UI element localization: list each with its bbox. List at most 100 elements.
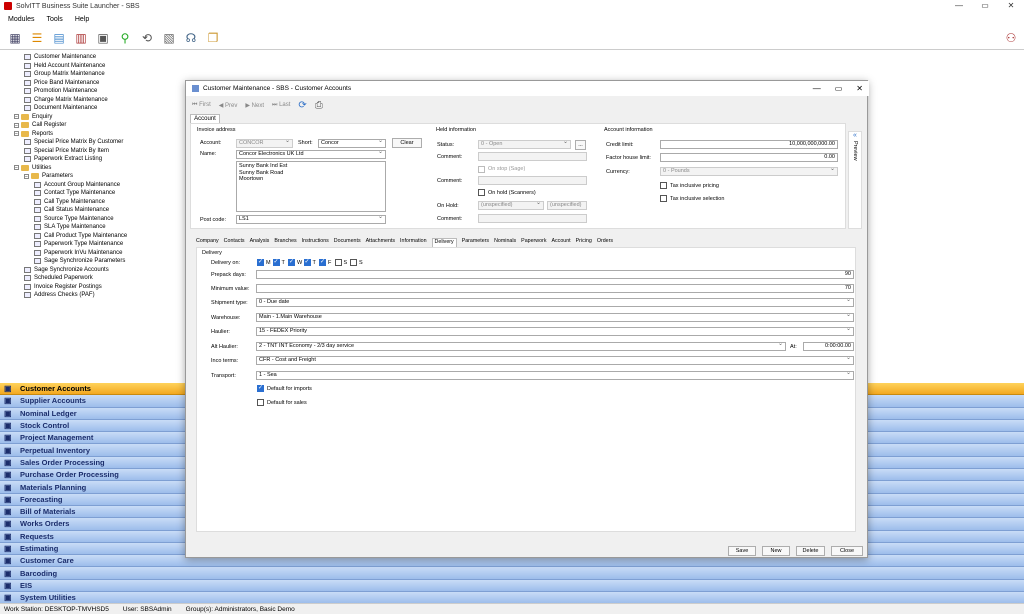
warehouse-select[interactable]: Main - 1.Main Warehouse (256, 313, 854, 322)
tree-item[interactable]: Call Type Maintenance (34, 198, 105, 206)
tree-item[interactable]: Special Price Matrix By Item (24, 147, 109, 155)
sync-icon[interactable]: ⟲ (138, 29, 156, 47)
refresh-icon[interactable]: ⟳ (298, 100, 306, 111)
alt-haulier-select[interactable]: 2 - TNT INT Economy - 2/3 day service (256, 342, 786, 351)
subtab-account[interactable]: Account (551, 238, 570, 247)
subtab-company[interactable]: Company (196, 238, 219, 247)
expand-toggle-icon[interactable]: − (14, 114, 19, 120)
user-icon[interactable]: ⚇ (1002, 29, 1020, 47)
clear-button[interactable]: Clear (392, 138, 422, 148)
dialog-minimize-button[interactable]: — (813, 84, 821, 93)
status-lookup-button[interactable]: ... (575, 140, 586, 150)
tree-item[interactable]: − Reports (14, 130, 53, 138)
shipment-type-select[interactable]: 0 - Due date (256, 298, 854, 307)
menu-help[interactable]: Help (75, 16, 89, 23)
currency-field[interactable]: 0 - Pounds (660, 167, 838, 176)
tree-item[interactable]: Document Maintenance (24, 104, 97, 112)
menu-tools[interactable]: Tools (46, 16, 62, 23)
close-button[interactable]: Close (831, 546, 863, 556)
dialog-close-button[interactable]: ✕ (856, 84, 863, 93)
expand-toggle-icon[interactable]: − (14, 165, 19, 171)
tree-item[interactable]: Account Group Maintenance (34, 181, 120, 189)
delivery-day-checkbox[interactable]: ✓ (319, 259, 326, 266)
expand-icon[interactable]: « (849, 132, 861, 139)
expand-toggle-icon[interactable]: − (14, 131, 19, 137)
address-textarea[interactable]: Sunny Bank Ind Est Sunny Bank Road Moort… (236, 161, 386, 212)
dashboard-icon[interactable]: ▦ (6, 29, 24, 47)
save-button[interactable]: Save (728, 546, 756, 556)
documents-icon[interactable]: ❐ (204, 29, 222, 47)
preview-panel[interactable]: « Preview (848, 131, 862, 229)
tree-item[interactable]: Sage Synchronize Accounts (24, 266, 109, 274)
layout-icon[interactable]: ☰ (28, 29, 46, 47)
subtab-information[interactable]: Information (400, 238, 427, 247)
held-comment-field[interactable] (478, 152, 587, 161)
last-record-button[interactable]: ⏭ Last (272, 102, 290, 109)
tree-item[interactable]: Special Price Matrix By Customer (24, 138, 123, 146)
subtab-pricing[interactable]: Pricing (576, 238, 592, 247)
tree-item[interactable]: Source Type Maintenance (34, 215, 114, 223)
subtab-paperwork[interactable]: Paperwork (521, 238, 546, 247)
close-window-button[interactable]: ✕ (998, 0, 1024, 12)
onhold-scanners-checkbox[interactable] (478, 189, 485, 196)
subtab-nominals[interactable]: Nominals (494, 238, 516, 247)
delivery-day-checkbox[interactable] (350, 259, 357, 266)
tree-item[interactable]: Paperwork InVu Maintenance (34, 249, 123, 257)
expand-toggle-icon[interactable]: − (14, 122, 19, 128)
tree-item[interactable]: Invoice Register Postings (24, 283, 102, 291)
default-sales-checkbox[interactable] (257, 399, 264, 406)
tree-item[interactable]: Scheduled Paperwork (24, 274, 93, 282)
tree-item[interactable]: Promotion Maintenance (24, 87, 97, 95)
dialog-maximize-button[interactable]: ▭ (835, 84, 843, 93)
tree-item[interactable]: Paperwork Type Maintenance (34, 240, 123, 248)
search-icon[interactable]: ⚲ (116, 29, 134, 47)
status-field[interactable]: 0 - Open (478, 140, 571, 149)
tree-item[interactable]: Held Account Maintenance (24, 62, 105, 70)
tree-item[interactable]: − Utilities (14, 164, 51, 172)
delivery-day-checkbox[interactable]: ✓ (257, 259, 264, 266)
support-icon[interactable]: ☊ (182, 29, 200, 47)
inco-terms-select[interactable]: CFR - Cost and Freight (256, 356, 854, 365)
subtab-attachments[interactable]: Attachments (366, 238, 395, 247)
delivery-day-checkbox[interactable]: ✓ (272, 259, 280, 266)
calculator-icon[interactable]: ▣ (94, 29, 112, 47)
nav-module-item[interactable]: ▣ Barcoding (0, 567, 1024, 580)
tree-item[interactable]: Charge Matrix Maintenance (24, 96, 108, 104)
menu-modules[interactable]: Modules (8, 16, 34, 23)
tree-item[interactable]: Paperwork Extract Listing (24, 155, 102, 163)
account-field[interactable]: CONCOR (236, 139, 293, 148)
book-icon[interactable]: ▥ (72, 29, 90, 47)
default-imports-checkbox[interactable]: ✓ (257, 385, 264, 392)
tree-item[interactable]: SLA Type Maintenance (34, 223, 106, 231)
onhold-field-b[interactable]: (unspecified) (547, 201, 587, 210)
postcode-field[interactable]: LS1 (236, 215, 386, 224)
transport-select[interactable]: 1 - Sea (256, 371, 854, 380)
delivery-day-checkbox[interactable]: ✓ (288, 259, 295, 266)
tree-item[interactable]: Call Product Type Maintenance (34, 232, 127, 240)
credit-limit-field[interactable]: 10,000,000,000.00 (660, 140, 838, 149)
tree-item[interactable]: Customer Maintenance (24, 53, 96, 61)
tree-item[interactable]: Price Band Maintenance (24, 79, 99, 87)
expand-toggle-icon[interactable]: − (24, 173, 29, 179)
subtab-branches[interactable]: Branches (274, 238, 296, 247)
tax-inclusive-pricing-checkbox[interactable] (660, 182, 667, 189)
held-comment2-field[interactable] (478, 176, 587, 185)
list-icon[interactable]: ▤ (50, 29, 68, 47)
tree-item[interactable]: Group Matrix Maintenance (24, 70, 105, 78)
factor-limit-field[interactable]: 0.00 (660, 153, 838, 162)
held-comment3-field[interactable] (478, 214, 587, 223)
prev-record-button[interactable]: ◀ Prev (219, 102, 238, 109)
subtab-orders[interactable]: Orders (597, 238, 613, 247)
tree-item[interactable]: Call Status Maintenance (34, 206, 109, 214)
tax-inclusive-selection-checkbox[interactable] (660, 195, 667, 202)
subtab-instructions[interactable]: Instructions (302, 238, 329, 247)
print-icon[interactable]: ⎙ (315, 100, 323, 111)
clipboard-icon[interactable]: ▧ (160, 29, 178, 47)
prepack-field[interactable]: 90 (256, 270, 854, 279)
subtab-documents[interactable]: Documents (334, 238, 361, 247)
delivery-day-checkbox[interactable] (334, 259, 342, 266)
at-time-field[interactable]: 0:00:00.00 (803, 342, 854, 351)
tree-item[interactable]: Contact Type Maintenance (34, 189, 115, 197)
tree-item[interactable]: Address Checks (PAF) (24, 291, 95, 299)
onhold-field-a[interactable]: (unspecified) (478, 201, 544, 210)
